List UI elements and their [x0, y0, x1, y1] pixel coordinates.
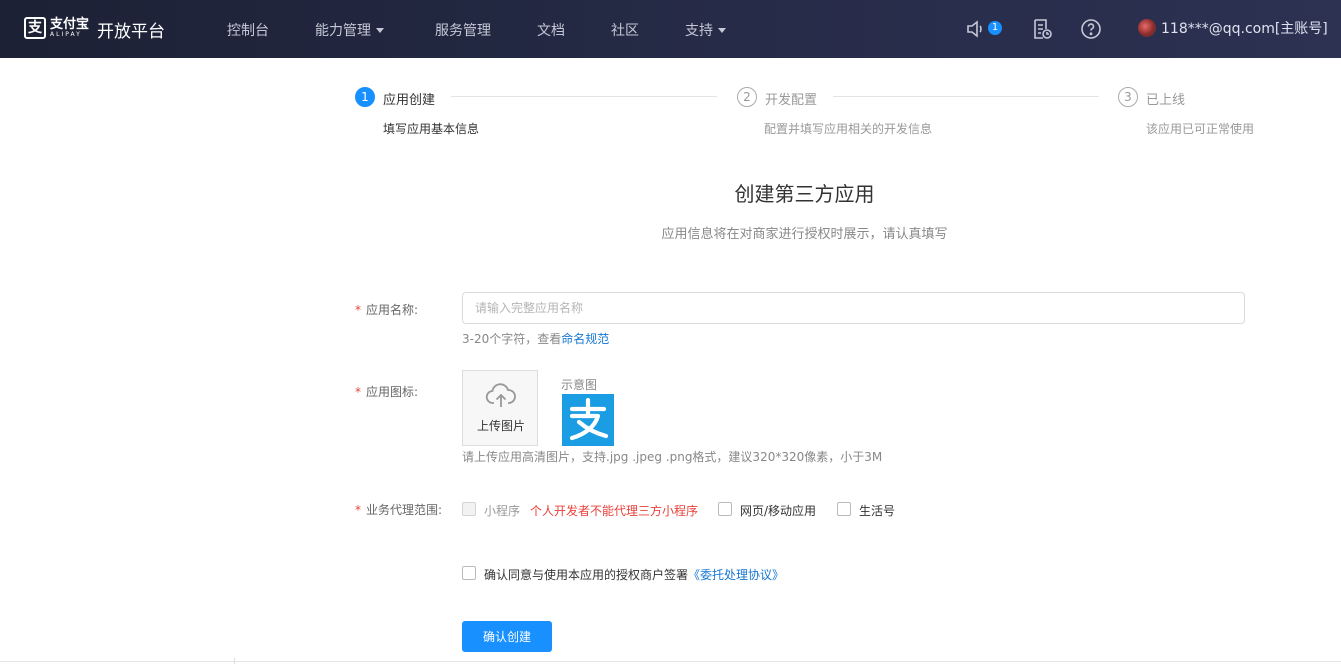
page-title: 创建第三方应用	[734, 182, 875, 206]
app-icon-label: * 应用图标:	[355, 383, 418, 400]
business-scope-label: * 业务代理范围:	[355, 501, 442, 518]
user-account-menu[interactable]: 118***@qq.com[主账号]	[1138, 18, 1328, 38]
nav-capability-label: 能力管理	[315, 23, 371, 39]
nav-console-label: 控制台	[227, 23, 269, 39]
notification-badge: 1	[988, 21, 1002, 35]
bottom-divider-tick	[234, 658, 235, 664]
agreement-checkbox[interactable]	[462, 566, 476, 580]
required-mark: *	[355, 303, 361, 317]
confirm-create-button[interactable]: 确认创建	[462, 621, 552, 652]
nav-community[interactable]: 社区	[611, 20, 639, 40]
step-1-number: 1	[355, 87, 375, 107]
avatar	[1138, 19, 1156, 37]
sample-image-label: 示意图	[561, 378, 598, 392]
mini-program-label: 小程序	[484, 504, 521, 518]
step-2-number: 2	[737, 87, 757, 107]
alipay-sample-icon	[562, 394, 614, 446]
mini-program-checkbox	[462, 502, 476, 516]
naming-rules-link[interactable]: 命名规范	[561, 332, 609, 346]
step-connector	[833, 96, 1099, 97]
help-icon[interactable]	[1079, 17, 1103, 41]
task-list-icon[interactable]	[1030, 17, 1054, 41]
alipay-logo-icon: 支	[24, 17, 46, 39]
step-3-title: 已上线	[1146, 93, 1186, 108]
app-icon-hint: 请上传应用高清图片，支持.jpg .jpeg .png格式，建议320*320像…	[462, 450, 883, 464]
alipay-logo-text: 支付宝 ALIPAY	[50, 18, 89, 38]
logo-english: ALIPAY	[50, 31, 82, 38]
alipay-logo[interactable]: 支 支付宝 ALIPAY	[24, 17, 89, 39]
app-name-hint: 3-20个字符，查看命名规范	[462, 330, 609, 347]
nav-community-label: 社区	[611, 23, 639, 39]
nav-service-label: 服务管理	[435, 23, 491, 39]
nav-capability-management[interactable]: 能力管理	[315, 20, 384, 40]
app-name-input[interactable]	[462, 292, 1245, 324]
step-connector	[451, 96, 717, 97]
app-name-label: * 应用名称:	[355, 301, 418, 318]
logo-chinese: 支付宝	[50, 17, 90, 32]
page-subtitle: 应用信息将在对商家进行授权时展示，请认真填写	[661, 227, 948, 242]
platform-title[interactable]: 开放平台	[97, 17, 165, 42]
life-account-label[interactable]: 生活号	[859, 502, 895, 519]
app-name-hint-text: 3-20个字符，查看	[462, 332, 562, 346]
top-navigation-bar: 支 支付宝 ALIPAY 开放平台 控制台 能力管理 服务管理 文档 社区 支持…	[0, 0, 1341, 58]
step-1-description: 填写应用基本信息	[383, 122, 480, 136]
agreement-text: 确认同意与使用本应用的授权商户签署《委托处理协议》	[484, 566, 784, 583]
required-mark: *	[355, 503, 361, 517]
nav-console[interactable]: 控制台	[227, 20, 269, 40]
nav-docs[interactable]: 文档	[537, 20, 565, 40]
web-mobile-app-label[interactable]: 网页/移动应用	[740, 502, 816, 519]
required-mark: *	[355, 385, 361, 399]
app-name-label-text: 应用名称:	[366, 303, 419, 317]
mini-program-warning: 个人开发者不能代理三方小程序	[530, 504, 699, 518]
upload-image-label: 上传图片	[476, 419, 525, 433]
chevron-down-icon	[376, 27, 384, 33]
web-mobile-app-checkbox[interactable]	[718, 502, 732, 516]
bottom-divider	[0, 661, 1341, 662]
nav-docs-label: 文档	[537, 23, 565, 39]
chevron-down-icon	[718, 27, 726, 33]
step-2-title: 开发配置	[765, 93, 818, 108]
step-3-description: 该应用已可正常使用	[1146, 122, 1255, 136]
agreement-link[interactable]: 《委托处理协议》	[688, 568, 784, 582]
app-icon-label-text: 应用图标:	[366, 385, 419, 399]
speaker-icon[interactable]	[964, 17, 988, 41]
upload-image-button[interactable]: 上传图片	[462, 370, 538, 446]
life-account-checkbox[interactable]	[837, 502, 851, 516]
nav-support-label: 支持	[685, 23, 713, 39]
step-1-title: 应用创建	[383, 93, 436, 108]
nav-support[interactable]: 支持	[685, 20, 726, 40]
business-scope-label-text: 业务代理范围:	[366, 503, 443, 517]
step-3-number: 3	[1118, 87, 1138, 107]
cloud-upload-icon	[485, 383, 516, 407]
user-account-name: 118***@qq.com[主账号]	[1161, 21, 1328, 37]
step-2-description: 配置并填写应用相关的开发信息	[764, 122, 933, 136]
agreement-text-main: 确认同意与使用本应用的授权商户签署	[484, 568, 689, 582]
nav-service-management[interactable]: 服务管理	[435, 20, 491, 40]
